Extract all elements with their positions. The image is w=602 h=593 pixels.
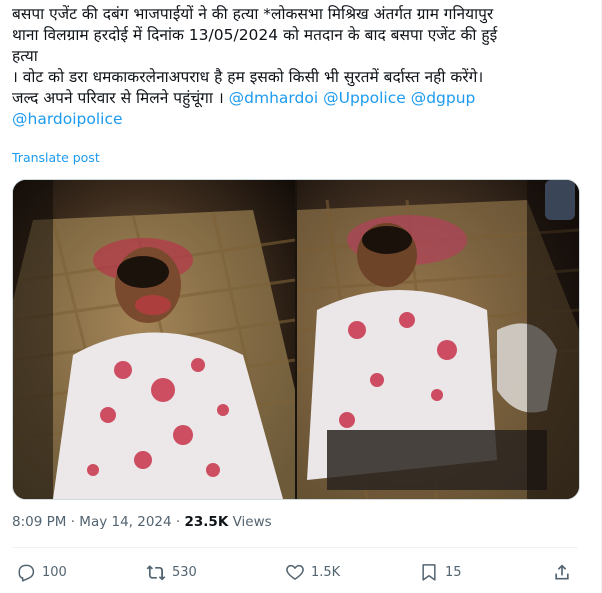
heart-icon (286, 564, 304, 580)
post-photo-1[interactable] (13, 180, 295, 499)
photo-2-image (297, 180, 579, 499)
post-actions: 100 530 1.5K 15 (12, 562, 578, 586)
post-time[interactable]: 8:09 PM (12, 514, 66, 530)
photo-1-image (13, 180, 295, 499)
bookmark-count: 15 (445, 564, 462, 580)
post-text-segment: जल्द अपने परिवार से मिलने पहुंचूंगा । (12, 89, 229, 107)
post-meta: 8:09 PM · May 14, 2024 · 23.5K Views (12, 514, 272, 530)
share-icon (555, 564, 569, 580)
post-photo-2[interactable] (297, 180, 579, 499)
post-text-line-4: । वोट को डरा धमकाकरलेनाअपराध है हम इसको … (12, 68, 484, 86)
meta-separator: · (175, 514, 181, 530)
mention-dgpup[interactable]: @dgpup (411, 89, 476, 107)
bookmark-icon (422, 564, 436, 581)
bookmark-button[interactable]: 15 (419, 562, 462, 582)
like-count: 1.5K (311, 564, 341, 580)
repost-count: 530 (172, 564, 197, 580)
mention-uppolice[interactable]: @Uppolice (323, 89, 406, 107)
reply-icon (18, 564, 35, 582)
views-label: Views (232, 514, 272, 530)
repost-button[interactable]: 530 (146, 562, 197, 582)
post-date[interactable]: May 14, 2024 (79, 514, 171, 530)
like-button[interactable]: 1.5K (285, 562, 340, 582)
actions-divider (12, 547, 578, 548)
post-text-line-2: थाना विलग्राम हरदोई में दिनांक 13/05/202… (12, 26, 498, 44)
mention-hardoipolice[interactable]: @hardoipolice (12, 110, 123, 128)
post-text-line-3: हत्या (12, 47, 38, 65)
views-count: 23.5K (184, 514, 229, 530)
reply-button[interactable]: 100 (16, 562, 67, 582)
share-button[interactable] (552, 562, 572, 582)
repost-icon (146, 565, 166, 581)
meta-separator: · (70, 514, 75, 530)
post-text: बसपा एजेंट की दबंग भाजपाईयों ने की हत्या… (12, 4, 582, 130)
reply-count: 100 (42, 564, 67, 580)
mention-dmhardoi[interactable]: @dmhardoi (229, 89, 319, 107)
post-text-line-1: बसपा एजेंट की दबंग भाजपाईयों ने की हत्या… (12, 5, 494, 23)
post-media (12, 179, 580, 500)
translate-post-link[interactable]: Translate post (12, 150, 100, 165)
post-text-line-5: जल्द अपने परिवार से मिलने पहुंचूंगा । @d… (12, 88, 582, 109)
post-text-line-6: @hardoipolice (12, 109, 582, 130)
